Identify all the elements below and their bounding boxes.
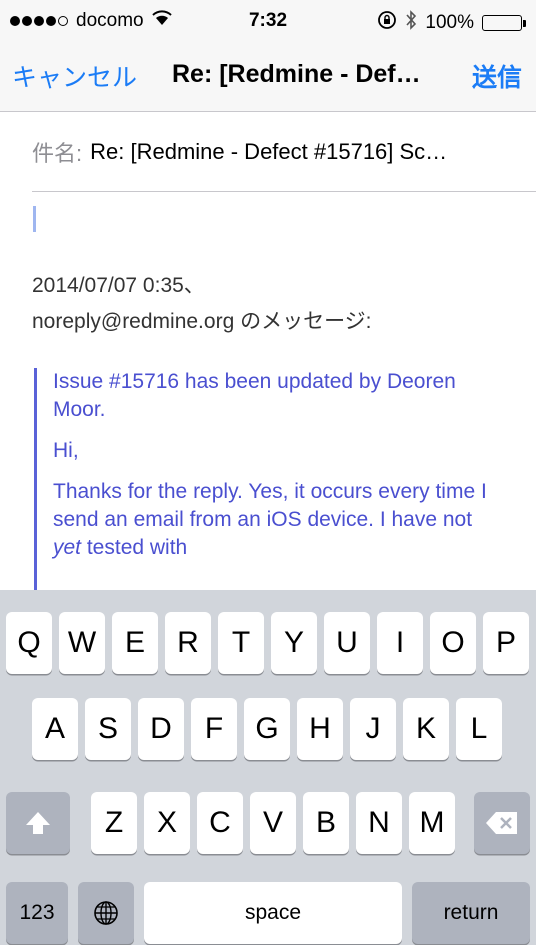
- key-l[interactable]: L: [456, 698, 502, 760]
- backspace-icon: [486, 812, 517, 834]
- key-c[interactable]: C: [197, 792, 243, 854]
- shift-arrow-icon: [26, 812, 50, 834]
- key-e[interactable]: E: [112, 612, 158, 674]
- rotation-lock-icon: [377, 10, 397, 36]
- subject-value[interactable]: Re: [Redmine - Defect #15716] Sc…: [90, 139, 447, 165]
- backspace-key[interactable]: [474, 792, 530, 854]
- keyboard: Q W E R T Y U I O P A S D F G H J K L Z …: [0, 590, 536, 945]
- key-d[interactable]: D: [138, 698, 184, 760]
- quote-paragraph: Issue #15716 has been updated by Deoren …: [53, 370, 456, 421]
- key-s[interactable]: S: [85, 698, 131, 760]
- text-cursor: [33, 206, 36, 232]
- key-r[interactable]: R: [165, 612, 211, 674]
- message-body[interactable]: 2014/07/07 0:35、 noreply@redmine.org のメッ…: [32, 268, 372, 340]
- key-o[interactable]: O: [430, 612, 476, 674]
- key-g[interactable]: G: [244, 698, 290, 760]
- key-p[interactable]: P: [483, 612, 529, 674]
- quote-paragraph: Thanks for the reply. Yes, it occurs eve…: [53, 480, 487, 559]
- nav-bar: キャンセル Re: [Redmine - Def… 送信: [0, 40, 536, 112]
- reply-from-line: noreply@redmine.org のメッセージ:: [32, 310, 372, 333]
- battery-percent: 100%: [425, 12, 474, 33]
- send-button[interactable]: 送信: [472, 58, 522, 94]
- key-h[interactable]: H: [297, 698, 343, 760]
- quote-paragraph: Hi,: [53, 439, 79, 462]
- key-m[interactable]: M: [409, 792, 455, 854]
- globe-icon: [94, 901, 118, 925]
- key-q[interactable]: Q: [6, 612, 52, 674]
- key-i[interactable]: I: [377, 612, 423, 674]
- numbers-key[interactable]: 123: [6, 882, 68, 944]
- battery-icon: [482, 15, 526, 31]
- return-key[interactable]: return: [412, 882, 530, 944]
- key-f[interactable]: F: [191, 698, 237, 760]
- key-j[interactable]: J: [350, 698, 396, 760]
- key-w[interactable]: W: [59, 612, 105, 674]
- key-k[interactable]: K: [403, 698, 449, 760]
- key-u[interactable]: U: [324, 612, 370, 674]
- globe-key[interactable]: [78, 882, 134, 944]
- status-bar: docomo 7:32 100%: [0, 0, 536, 40]
- reply-date-line: 2014/07/07 0:35、: [32, 274, 205, 297]
- key-t[interactable]: T: [218, 612, 264, 674]
- nav-title: Re: [Redmine - Def…: [172, 60, 421, 88]
- key-n[interactable]: N: [356, 792, 402, 854]
- cancel-button[interactable]: キャンセル: [12, 58, 137, 94]
- shift-key[interactable]: [6, 792, 70, 854]
- subject-field[interactable]: 件名: Re: [Redmine - Defect #15716] Sc…: [32, 112, 536, 192]
- key-y[interactable]: Y: [271, 612, 317, 674]
- status-right: 100%: [377, 10, 526, 36]
- key-a[interactable]: A: [32, 698, 78, 760]
- key-v[interactable]: V: [250, 792, 296, 854]
- key-x[interactable]: X: [144, 792, 190, 854]
- subject-label: 件名:: [32, 140, 83, 166]
- key-z[interactable]: Z: [91, 792, 137, 854]
- space-key[interactable]: space: [144, 882, 402, 944]
- quoted-message[interactable]: Issue #15716 has been updated by Deoren …: [34, 368, 504, 598]
- bluetooth-icon: [405, 10, 417, 36]
- key-b[interactable]: B: [303, 792, 349, 854]
